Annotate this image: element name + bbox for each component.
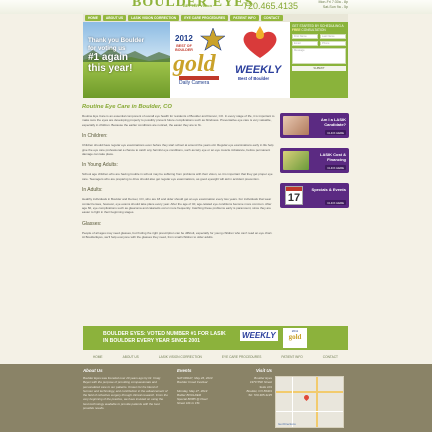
hero-banner: Thank you Boulder for voting us #1 again… — [83, 22, 348, 98]
footer-about: About Us Boulder Eyes was founded over 2… — [83, 368, 168, 410]
weekly-logo: WEEKLY — [235, 64, 282, 76]
form-heading-line-2: CONSULTATION — [301, 28, 326, 32]
lasik-cost-button[interactable]: LASIK Cost & Financing CLICK HERE — [280, 148, 349, 173]
site-footer: About Us Boulder Eyes was founded over 2… — [0, 364, 432, 432]
sidebar-label-specials: Specials & Events — [311, 187, 346, 192]
main-nav: HOME ABOUT US LASIK VISION CORRECTION EY… — [83, 14, 348, 22]
map-road — [276, 411, 343, 412]
section-body-glasses: People of all ages may need glasses, but… — [82, 230, 273, 240]
banner-gold-award: 2011 gold — [283, 328, 307, 348]
map-road — [292, 377, 293, 427]
sidebar-cta-cost[interactable]: CLICK HERE — [325, 165, 346, 170]
office-hours: Mon-Fri 7:30a - 8p Sat-Sun 9a - 5p — [308, 0, 348, 10]
consultation-form: GET STARTED BY SCHEDULING A FREE CONSULT… — [290, 22, 348, 98]
banner-line-1: BOULDER EYES: VOTED NUMBER #1 FOR LASIK — [103, 331, 226, 337]
message-field[interactable]: Message — [292, 48, 346, 64]
award-gold: gold — [173, 51, 216, 77]
section-heading-adults: In Adults: — [82, 187, 103, 194]
footer-nav-eye-care[interactable]: EYE CARE PROCEDURES — [222, 355, 262, 359]
footer-events-title: Events — [177, 368, 192, 373]
hero-photo: Thank you Boulder for voting us #1 again… — [83, 22, 170, 98]
sidebar-cta-specials[interactable]: CLICK HERE — [325, 200, 346, 205]
address-line[interactable]: Tel: 720.465.4135 — [240, 393, 272, 397]
calendar-icon: 17 — [285, 186, 303, 205]
submit-button[interactable]: SUBMIT — [292, 66, 346, 71]
map-road — [276, 391, 343, 393]
banner-text: BOULDER EYES: VOTED NUMBER #1 FOR LASIK … — [103, 331, 226, 344]
map-road — [316, 377, 318, 427]
first-name-field[interactable]: First Name — [292, 34, 318, 39]
nav-eye-care[interactable]: EYE CARE PROCEDURES — [181, 15, 229, 21]
form-heading-free: FREE — [292, 28, 301, 32]
nav-patient-info[interactable]: PATIENT INFO — [230, 15, 259, 21]
footer-nav-about[interactable]: ABOUT US — [123, 355, 139, 359]
hero-message: Thank you Boulder for voting us #1 again… — [88, 37, 168, 74]
nav-contact[interactable]: CONTACT — [260, 15, 283, 21]
event-line[interactable]: Street 10k to 15k — [177, 401, 237, 405]
logo-tagline: BETTER Vision — [183, 3, 213, 8]
woman-photo — [283, 116, 309, 135]
section-heading-young-adults: In Young Adults: — [82, 162, 118, 169]
hero-line-1: Thank you Boulder — [88, 37, 145, 44]
footer-visit: Visit Us Boulder Eyes 1970 55th Street S… — [240, 368, 272, 397]
sidebar-label-cost: LASIK Cost & Financing — [320, 152, 346, 162]
map-pin-icon[interactable] — [302, 393, 311, 402]
nav-home[interactable]: HOME — [85, 15, 101, 21]
footer-nav: HOME ABOUT US LASIK VISION CORRECTION EY… — [83, 352, 348, 361]
section-body-adults: Healthy individuals in Boulder and Denve… — [82, 197, 272, 215]
hero-line-3: #1 again — [88, 52, 129, 63]
nav-about[interactable]: ABOUT US — [102, 15, 127, 21]
footer-about-title: About Us — [83, 368, 103, 373]
footer-nav-lasik[interactable]: LASIK VISION CORRECTION — [159, 355, 202, 359]
award-year: 2012 — [175, 34, 193, 43]
section-body-children: Children should have regular eye examina… — [82, 143, 274, 157]
hours-weekend: Sat-Sun 9a - 5p — [322, 5, 348, 9]
money-photo — [283, 151, 309, 170]
weekly-award: WEEKLY Best of Boulder — [231, 24, 289, 96]
weekly-subtitle: Best of Boulder — [238, 76, 270, 81]
banner-gold-text: gold — [288, 333, 302, 341]
footer-events: Events SATURDAY, May 26, 2013 Boulder Cr… — [177, 368, 237, 406]
main-content: Routine Eye Care in Boulder, CO Routine … — [82, 104, 275, 322]
intro-paragraph: Routine Eye Care is an essential compone… — [82, 114, 275, 127]
map-directions-link[interactable]: Get Directions — [278, 422, 296, 426]
award-category: Daily Camera — [179, 80, 210, 86]
heart-icon — [243, 26, 277, 58]
phone-field[interactable]: Phone — [320, 41, 346, 46]
banner-weekly-logo: WEEKLY — [240, 330, 278, 341]
site-header: BOULDER EYES BETTER Vision 720.465.4135 … — [0, 0, 432, 14]
lasik-candidate-button[interactable]: Am I a LASIK Candidate? CLICK HERE — [280, 113, 349, 138]
footer-nav-home[interactable]: HOME — [93, 355, 103, 359]
footer-nav-contact[interactable]: CONTACT — [323, 355, 338, 359]
sidebar-label-candidate: Am I a LASIK Candidate? — [320, 117, 346, 127]
banner-line-2: IN BOULDER EVERY YEAR SINCE 2001 — [103, 337, 201, 344]
last-name-field[interactable]: Last Name — [320, 34, 346, 39]
hero-line-2: for voting us — [88, 44, 126, 52]
section-body-young-adults: School age children who are having troub… — [82, 172, 273, 181]
footer-nav-patient-info[interactable]: PATIENT INFO — [281, 355, 302, 359]
form-heading: GET STARTED BY SCHEDULING A FREE CONSULT… — [292, 24, 346, 32]
sidebar-cta-candidate[interactable]: CLICK HERE — [325, 130, 346, 135]
daily-camera-award: 2012 BEST OF BOULDER gold Daily Camera — [171, 24, 229, 96]
hero-line-4: this year! — [88, 63, 133, 74]
specials-events-button[interactable]: 17 Specials & Events CLICK HERE — [280, 183, 349, 208]
footer-visit-title: Visit Us — [256, 368, 272, 373]
location-map[interactable]: Get Directions — [275, 376, 344, 428]
nav-lasik[interactable]: LASIK VISION CORRECTION — [128, 15, 180, 21]
header-phone[interactable]: 720.465.4135 — [243, 1, 298, 11]
page-title: Routine Eye Care in Boulder, CO — [82, 104, 172, 110]
voted-banner: BOULDER EYES: VOTED NUMBER #1 FOR LASIK … — [83, 326, 348, 350]
section-heading-glasses: Glasses: — [82, 220, 102, 227]
email-field[interactable]: Email — [292, 41, 318, 46]
footer-about-text: Boulder Eyes was founded over 20 years a… — [83, 376, 168, 411]
section-heading-children: In Children: — [82, 133, 108, 140]
calendar-day: 17 — [287, 192, 301, 204]
